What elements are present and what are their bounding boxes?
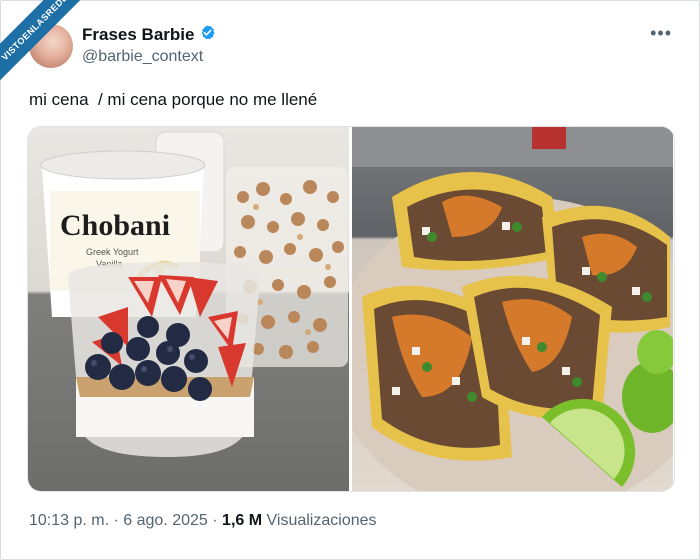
tweet-time[interactable]: 10:13 p. m. <box>29 512 109 529</box>
yogurt-photo[interactable]: Chobani Greek Yogurt Vanilla <box>28 127 349 491</box>
author-name[interactable]: Frases Barbie <box>82 25 194 45</box>
chobani-brand: Chobani <box>60 209 170 242</box>
tweet-media[interactable]: Chobani Greek Yogurt Vanilla <box>27 126 675 492</box>
more-options-icon[interactable]: ••• <box>650 24 672 42</box>
meta-separator: · <box>113 512 119 529</box>
tweet-text: mi cena / mi cena porque no me llené <box>29 90 318 109</box>
product-label: Greek Yogurt <box>86 247 139 257</box>
meta-separator: · <box>212 512 218 529</box>
tweet-meta: 10:13 p. m. · 6 ago. 2025 · 1,6 M Visual… <box>29 512 377 530</box>
views-count: 1,6 M <box>222 512 263 529</box>
author-handle[interactable]: @barbie_context <box>82 48 203 66</box>
verified-badge-icon <box>199 24 216 46</box>
views-label: Visualizaciones <box>266 512 377 529</box>
author-name-row: Frases Barbie <box>82 24 216 46</box>
tacos-photo[interactable] <box>352 127 673 491</box>
tweet-date[interactable]: 6 ago. 2025 <box>123 512 208 529</box>
